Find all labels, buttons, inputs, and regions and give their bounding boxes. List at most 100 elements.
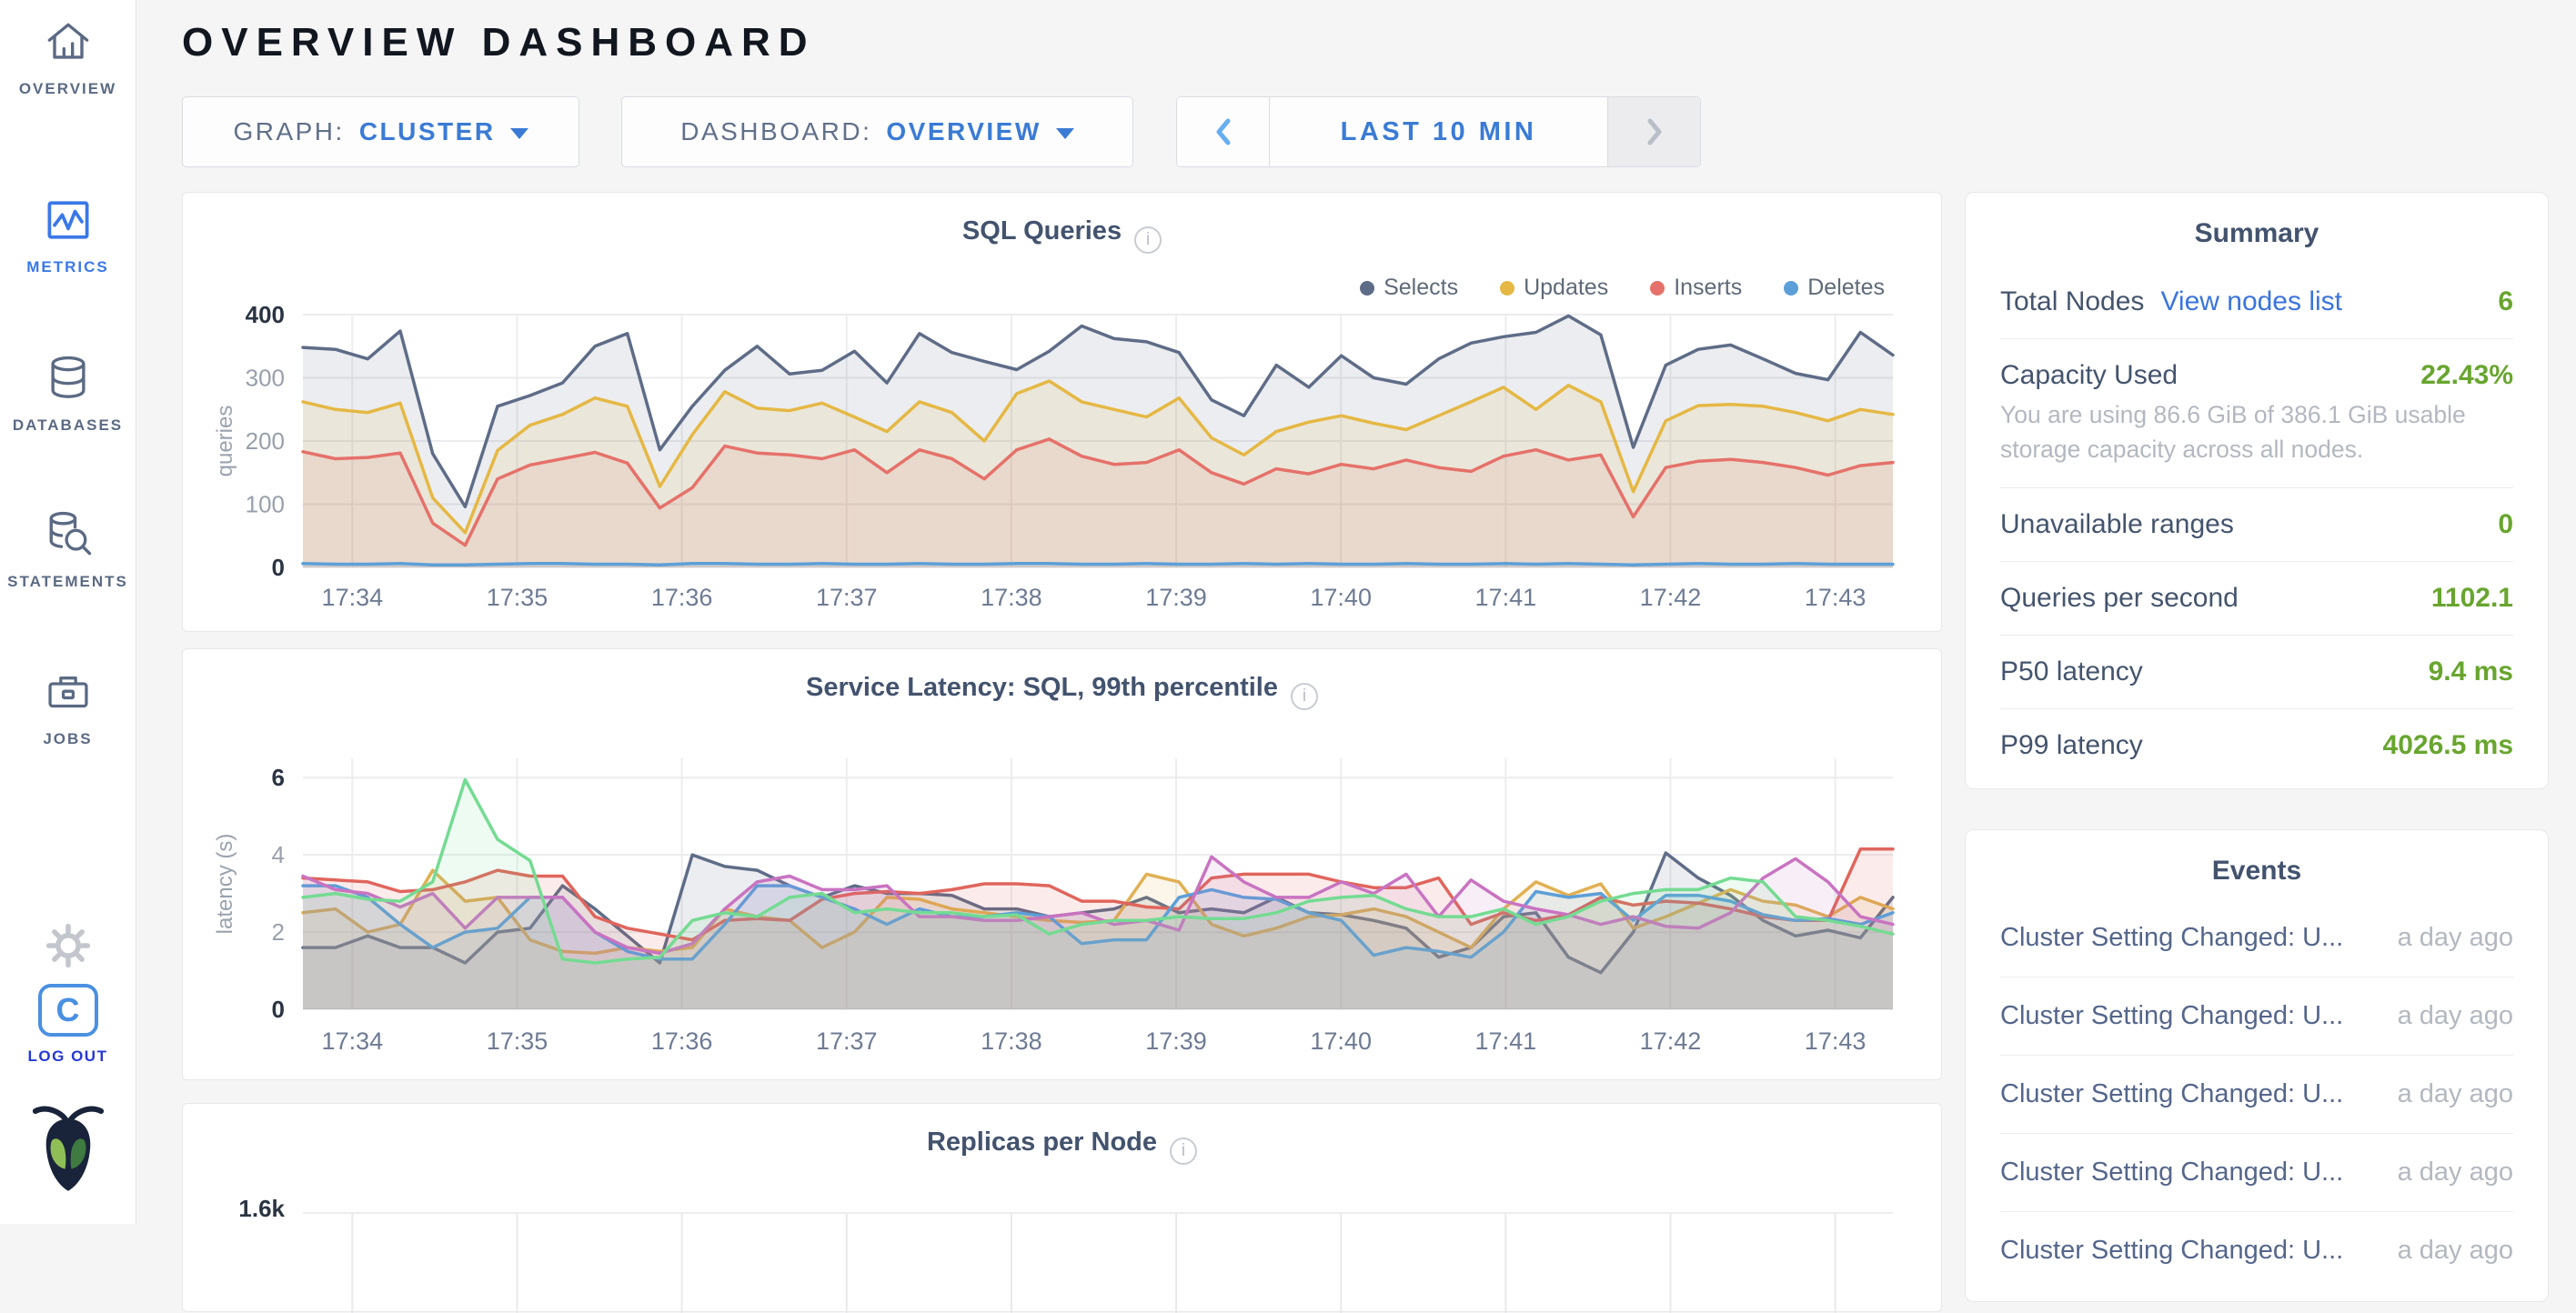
info-icon[interactable]: i: [1134, 226, 1162, 254]
statements-icon: [41, 507, 96, 562]
gear-icon: [45, 922, 92, 969]
service-latency-chart-card: Service Latency: SQL, 99th percentilei 1…: [182, 648, 1942, 1080]
summary-panel: Summary Total Nodes View nodes list 6 Cap…: [1965, 192, 2549, 789]
view-nodes-link[interactable]: View nodes list: [2160, 286, 2342, 316]
svg-text:17:38: 17:38: [981, 1027, 1042, 1055]
summary-row-label: Queries per second: [2000, 583, 2239, 614]
legend-label: Deletes: [1807, 275, 1885, 301]
logout-label: LOG OUT: [28, 1047, 108, 1066]
svg-text:2: 2: [272, 918, 285, 946]
events-title: Events: [1966, 830, 2548, 887]
summary-row-label: Total Nodes: [2000, 286, 2144, 316]
legend-dot: [1784, 281, 1798, 296]
event-row[interactable]: Cluster Setting Changed: U... a day ago: [2000, 977, 2513, 1055]
sql-queries-chart: 17:3417:3517:3617:3717:3817:3917:4017:41…: [201, 300, 1925, 618]
time-next-button[interactable]: [1607, 97, 1700, 166]
svg-text:200: 200: [246, 427, 285, 455]
svg-text:17:42: 17:42: [1640, 1027, 1702, 1055]
event-title: Cluster Setting Changed: U...: [2000, 1236, 2343, 1266]
legend-dot: [1500, 281, 1514, 296]
svg-text:latency (s): latency (s): [213, 834, 237, 935]
summary-row-unavailable-ranges: Unavailable ranges 0: [2000, 487, 2513, 561]
svg-text:17:40: 17:40: [1310, 1027, 1372, 1055]
chevron-right-icon: [1645, 117, 1664, 146]
svg-text:17:43: 17:43: [1805, 1027, 1867, 1055]
svg-text:17:34: 17:34: [322, 584, 384, 611]
svg-text:400: 400: [246, 301, 285, 328]
summary-row-capacity-used: Capacity Used 22.43% You are using 86.6 …: [2000, 338, 2513, 487]
briefcase-icon: [42, 667, 95, 719]
event-row[interactable]: Cluster Setting Changed: U... a day ago: [2000, 1133, 2513, 1211]
svg-text:17:37: 17:37: [816, 1027, 878, 1055]
time-range-label[interactable]: LAST 10 MIN: [1270, 97, 1607, 166]
logout-button[interactable]: C LOG OUT: [0, 984, 136, 1066]
summary-row-p50-latency: P50 latency 9.4 ms: [2000, 635, 2513, 708]
metrics-icon: [41, 193, 96, 247]
summary-row-value: 22.43%: [2420, 360, 2513, 391]
events-panel: Events Cluster Setting Changed: U... a d…: [1965, 829, 2549, 1302]
event-time: a day ago: [2398, 1001, 2513, 1031]
dashboard-dropdown-value: OVERVIEW: [886, 117, 1041, 146]
replicas-per-node-chart: 1.6k: [201, 1195, 1925, 1313]
chart-title: SQL Queries: [962, 216, 1122, 246]
graph-dropdown[interactable]: GRAPH: CLUSTER: [182, 96, 579, 167]
info-icon[interactable]: i: [1291, 683, 1318, 710]
event-time: a day ago: [2398, 1079, 2513, 1109]
sidebar-item-label: METRICS: [26, 258, 109, 276]
legend-item[interactable]: Updates: [1500, 275, 1608, 301]
svg-text:4: 4: [272, 841, 285, 868]
event-time: a day ago: [2398, 923, 2513, 953]
database-icon: [41, 351, 96, 406]
svg-text:17:35: 17:35: [487, 584, 548, 611]
event-title: Cluster Setting Changed: U...: [2000, 1079, 2343, 1109]
legend-dot: [1650, 281, 1665, 296]
service-latency-chart: 17:34 17:35 17:36 17:37 17:38 17:39 17:40 17:41…: [201, 744, 1925, 1062]
sidebar-item-label: JOBS: [43, 730, 92, 748]
svg-text:17:34: 17:34: [322, 1027, 384, 1055]
chart-legend: Selects Updates Inserts Deletes: [1360, 275, 1885, 301]
dashboard-dropdown[interactable]: DASHBOARD: OVERVIEW: [621, 96, 1133, 167]
graph-dropdown-value: CLUSTER: [359, 117, 496, 146]
sidebar-item-databases[interactable]: DATABASES: [0, 351, 136, 435]
sidebar-item-jobs[interactable]: JOBS: [0, 667, 136, 748]
event-time: a day ago: [2398, 1236, 2513, 1266]
svg-text:17:41: 17:41: [1475, 1027, 1537, 1055]
summary-row-value: 6: [2498, 286, 2513, 317]
info-icon[interactable]: i: [1170, 1138, 1197, 1165]
svg-text:17:39: 17:39: [1145, 1027, 1207, 1055]
cockroach-c-icon: C: [38, 984, 98, 1037]
time-prev-button[interactable]: [1177, 97, 1270, 166]
legend-item[interactable]: Deletes: [1784, 275, 1885, 301]
svg-text:17:36: 17:36: [651, 1027, 713, 1055]
event-row[interactable]: Cluster Setting Changed: U... a day ago: [2000, 899, 2513, 977]
page-title: OVERVIEW DASHBOARD: [182, 20, 816, 65]
sidebar-item-overview[interactable]: OVERVIEW: [0, 15, 136, 98]
svg-text:1.6k: 1.6k: [238, 1195, 285, 1222]
time-range-selector: LAST 10 MIN: [1176, 96, 1701, 167]
event-time: a day ago: [2398, 1158, 2513, 1188]
sidebar-item-metrics[interactable]: METRICS: [0, 193, 136, 276]
legend-item[interactable]: Inserts: [1650, 275, 1742, 301]
summary-row-label: P99 latency: [2000, 730, 2143, 761]
sidebar-item-label: DATABASES: [13, 416, 123, 435]
summary-row-p99-latency: P99 latency 4026.5 ms: [2000, 708, 2513, 782]
event-title: Cluster Setting Changed: U...: [2000, 923, 2343, 953]
legend-item[interactable]: Selects: [1360, 275, 1458, 301]
replicas-per-node-chart-card: Replicas per Nodei 1.6k: [182, 1103, 1942, 1312]
summary-title: Summary: [1966, 193, 2548, 249]
sidebar-item-statements[interactable]: STATEMENTS: [0, 507, 136, 591]
svg-text:0: 0: [272, 554, 285, 581]
svg-text:17:38: 17:38: [981, 584, 1042, 611]
cockroachdb-logo: [0, 1102, 136, 1198]
event-row[interactable]: Cluster Setting Changed: U... a day ago: [2000, 1055, 2513, 1133]
sidebar: OVERVIEW METRICS DATABASES STATEMENTS: [0, 0, 136, 1224]
settings-gear-button[interactable]: [0, 922, 136, 969]
sql-queries-chart-card: SQL Queries i Selects Updates Inserts Delete…: [182, 192, 1942, 632]
home-icon: [41, 15, 96, 69]
summary-row-total-nodes: Total Nodes View nodes list 6: [2000, 266, 2513, 338]
svg-text:6: 6: [272, 764, 285, 791]
svg-text:100: 100: [246, 491, 285, 518]
event-row[interactable]: Cluster Setting Changed: U... a day ago: [2000, 1211, 2513, 1289]
svg-text:17:35: 17:35: [487, 1027, 548, 1055]
svg-text:17:36: 17:36: [651, 584, 713, 611]
